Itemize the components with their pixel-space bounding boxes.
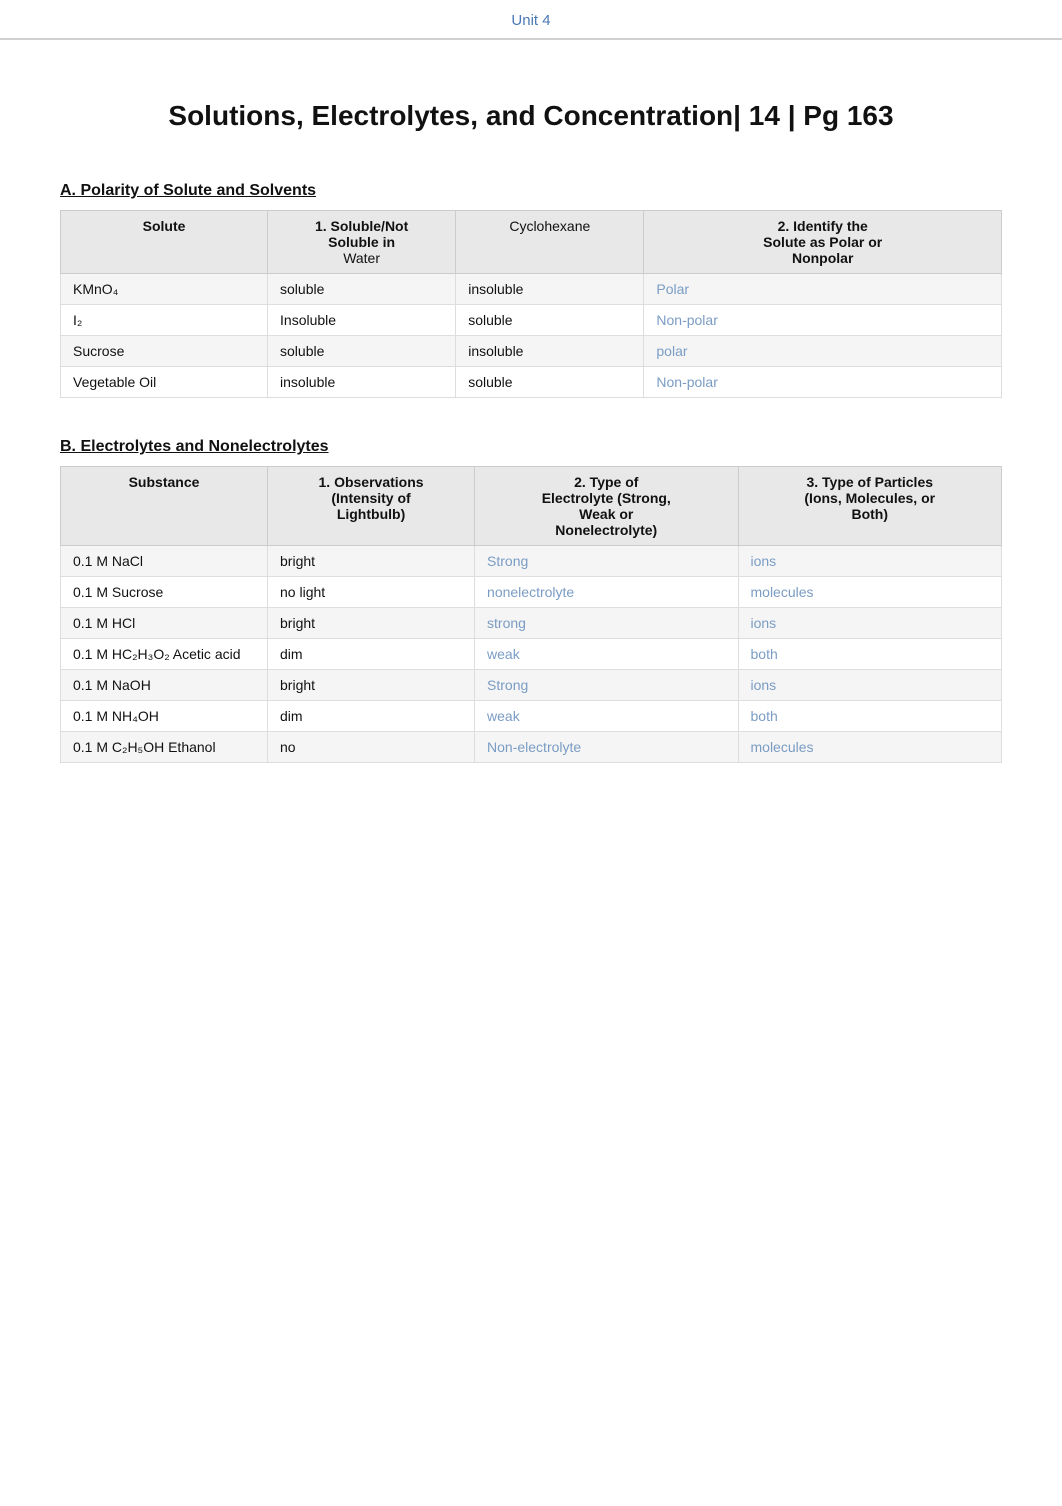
table-row: KMnO₄solubleinsolublePolar <box>61 274 1002 305</box>
particle-type-cell: molecules <box>738 577 1002 608</box>
electrolyte-type-cell: strong <box>475 608 738 639</box>
solute-cell: KMnO₄ <box>61 274 268 305</box>
section-a: A. Polarity of Solute and Solvents Solut… <box>60 182 1002 398</box>
table-row: 0.1 M Sucroseno lightnonelectrolytemolec… <box>61 577 1002 608</box>
polarity-cell: polar <box>644 336 1002 367</box>
polarity-cell: Non-polar <box>644 367 1002 398</box>
table-row: Vegetable OilinsolublesolubleNon-polar <box>61 367 1002 398</box>
col-soluble: 1. Soluble/NotSoluble inWater <box>268 211 456 274</box>
electrolyte-type-cell: weak <box>475 701 738 732</box>
col-electrolyte-type: 2. Type ofElectrolyte (Strong,Weak orNon… <box>475 467 738 546</box>
substance-cell: 0.1 M NH₄OH <box>61 701 268 732</box>
cyclohexane-solubility-cell: soluble <box>456 367 644 398</box>
substance-cell: 0.1 M NaCl <box>61 546 268 577</box>
substance-cell: 0.1 M HC₂H₃O₂ Acetic acid <box>61 639 268 670</box>
substance-cell: 0.1 M Sucrose <box>61 577 268 608</box>
water-solubility-cell: soluble <box>268 336 456 367</box>
col-observations: 1. Observations(Intensity ofLightbulb) <box>268 467 475 546</box>
water-solubility-cell: soluble <box>268 274 456 305</box>
section-b-heading: B. Electrolytes and Nonelectrolytes <box>60 438 1002 456</box>
substance-cell: 0.1 M HCl <box>61 608 268 639</box>
top-bar: Unit 4 <box>0 0 1062 40</box>
table-row: 0.1 M HClbrightstrongions <box>61 608 1002 639</box>
solute-cell: Sucrose <box>61 336 268 367</box>
substance-cell: 0.1 M C₂H₅OH Ethanol <box>61 732 268 763</box>
table-row: 0.1 M HC₂H₃O₂ Acetic aciddimweakboth <box>61 639 1002 670</box>
observation-cell: bright <box>268 608 475 639</box>
page-title: Solutions, Electrolytes, and Concentrati… <box>60 100 1002 132</box>
particle-type-cell: ions <box>738 546 1002 577</box>
table-row: 0.1 M NH₄OHdimweakboth <box>61 701 1002 732</box>
table-row: 0.1 M NaOHbrightStrongions <box>61 670 1002 701</box>
col-cyclohexane: Cyclohexane <box>456 211 644 274</box>
electrolyte-type-cell: nonelectrolyte <box>475 577 738 608</box>
electrolyte-type-cell: weak <box>475 639 738 670</box>
observation-cell: no light <box>268 577 475 608</box>
particle-type-cell: ions <box>738 608 1002 639</box>
cyclohexane-solubility-cell: insoluble <box>456 336 644 367</box>
particle-type-cell: ions <box>738 670 1002 701</box>
electrolyte-type-cell: Non-electrolyte <box>475 732 738 763</box>
polarity-cell: Polar <box>644 274 1002 305</box>
col-particle-type: 3. Type of Particles(Ions, Molecules, or… <box>738 467 1002 546</box>
col-solute: Solute <box>61 211 268 274</box>
solute-cell: Vegetable Oil <box>61 367 268 398</box>
particle-type-cell: both <box>738 701 1002 732</box>
section-b: B. Electrolytes and Nonelectrolytes Subs… <box>60 438 1002 763</box>
col-substance: Substance <box>61 467 268 546</box>
water-solubility-cell: Insoluble <box>268 305 456 336</box>
water-solubility-cell: insoluble <box>268 367 456 398</box>
electrolyte-type-cell: Strong <box>475 546 738 577</box>
table-row: 0.1 M C₂H₅OH EthanolnoNon-electrolytemol… <box>61 732 1002 763</box>
polarity-table: Solute 1. Soluble/NotSoluble inWater Cyc… <box>60 210 1002 398</box>
observation-cell: dim <box>268 639 475 670</box>
polarity-cell: Non-polar <box>644 305 1002 336</box>
solute-cell: I₂ <box>61 305 268 336</box>
section-a-heading: A. Polarity of Solute and Solvents <box>60 182 1002 200</box>
cyclohexane-solubility-cell: soluble <box>456 305 644 336</box>
cyclohexane-solubility-cell: insoluble <box>456 274 644 305</box>
observation-cell: no <box>268 732 475 763</box>
table-row: I₂InsolublesolubleNon-polar <box>61 305 1002 336</box>
observation-cell: bright <box>268 546 475 577</box>
table-row: Sucrosesolubleinsolublepolar <box>61 336 1002 367</box>
particle-type-cell: molecules <box>738 732 1002 763</box>
unit-label: Unit 4 <box>511 12 550 29</box>
observation-cell: dim <box>268 701 475 732</box>
electrolyte-type-cell: Strong <box>475 670 738 701</box>
observation-cell: bright <box>268 670 475 701</box>
substance-cell: 0.1 M NaOH <box>61 670 268 701</box>
table-row: 0.1 M NaClbrightStrongions <box>61 546 1002 577</box>
main-content: Solutions, Electrolytes, and Concentrati… <box>0 40 1062 863</box>
particle-type-cell: both <box>738 639 1002 670</box>
col-polarity: 2. Identify theSolute as Polar orNonpola… <box>644 211 1002 274</box>
electrolytes-table: Substance 1. Observations(Intensity ofLi… <box>60 466 1002 763</box>
